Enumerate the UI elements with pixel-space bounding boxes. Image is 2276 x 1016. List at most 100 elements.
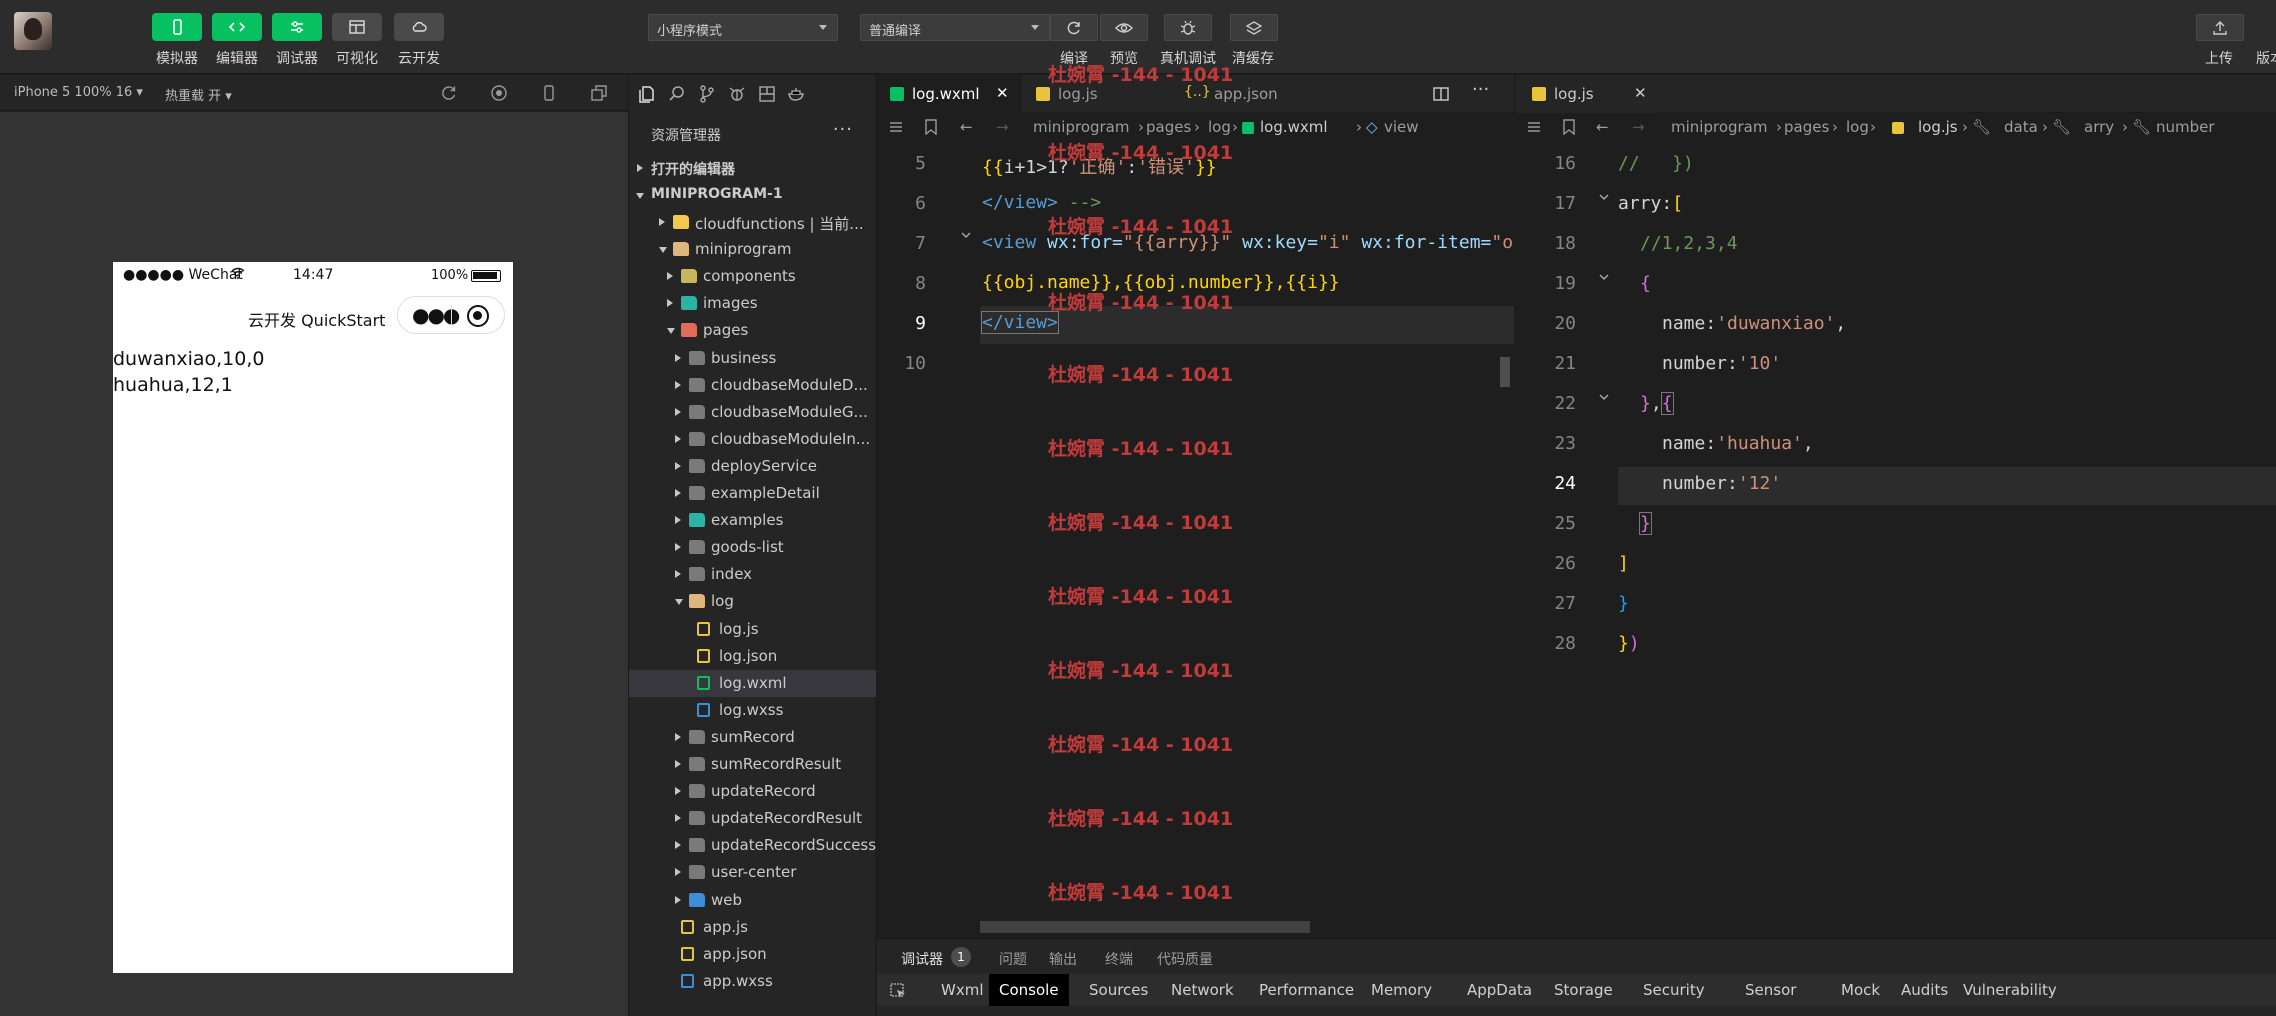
devtools-tab-network[interactable]: Network [1171, 981, 1234, 999]
tab-code-quality[interactable]: 代码质量 [1157, 949, 1213, 969]
list-icon[interactable] [1526, 119, 1542, 135]
editor-toggle-button[interactable] [212, 13, 262, 41]
devtools-tab-console[interactable]: Console [989, 974, 1069, 1006]
project-section[interactable]: MINIPROGRAM-1 [629, 182, 876, 209]
more-icon[interactable]: ··· [1472, 79, 1489, 100]
devtools-tab-audits[interactable]: Audits [1901, 981, 1948, 999]
folder-item[interactable]: cloudbaseModuleIn... [629, 426, 876, 453]
folder-item[interactable]: deployService [629, 453, 876, 480]
preview-button[interactable] [1100, 14, 1148, 41]
folder-item[interactable]: examples [629, 507, 876, 534]
user-avatar[interactable] [14, 12, 52, 50]
back-icon[interactable]: ← [1596, 118, 1609, 136]
devtools-tab-vulnerability[interactable]: Vulnerability [1963, 981, 2057, 999]
folder-item[interactable]: cloudfunctions | 当前... [629, 209, 876, 236]
folder-item[interactable]: updateRecordResult [629, 805, 876, 832]
phone-screen[interactable]: ●●●●● WeChat 14:47 100% 云开发 QuickStart ●… [113, 262, 513, 973]
close-icon[interactable]: ✕ [996, 84, 1009, 102]
folder-item[interactable]: goods-list [629, 534, 876, 561]
tab-terminal[interactable]: 终端 [1105, 949, 1133, 969]
devtools-tab-sources[interactable]: Sources [1089, 981, 1148, 999]
breadcrumb-item[interactable]: arry [2084, 118, 2114, 136]
bookmark-icon[interactable] [924, 119, 938, 135]
file-item[interactable]: log.js [629, 616, 876, 643]
folder-item[interactable]: index [629, 561, 876, 588]
fold-icon[interactable] [1598, 391, 1610, 403]
devtools-tab-mock[interactable]: Mock [1841, 981, 1880, 999]
folder-item[interactable]: sumRecordResult [629, 751, 876, 778]
tab-log-js-right[interactable]: log.js ✕ [1516, 75, 1656, 113]
devtools-tab-wxml[interactable]: Wxml [941, 981, 984, 999]
close-capsule-icon[interactable] [467, 305, 489, 327]
folder-item[interactable]: exampleDetail [629, 480, 876, 507]
folder-item[interactable]: images [629, 290, 876, 317]
folder-item[interactable]: user-center [629, 859, 876, 886]
devtools-tab-performance[interactable]: Performance [1259, 981, 1354, 999]
file-item[interactable]: log.wxss [629, 697, 876, 724]
popout-icon[interactable] [590, 84, 608, 102]
visual-toggle-button[interactable] [332, 13, 382, 41]
more-icon[interactable]: ··· [833, 119, 853, 140]
cloud-dev-button[interactable] [394, 13, 444, 41]
forward-icon[interactable]: → [1632, 118, 1645, 136]
file-item[interactable]: app.json [629, 941, 876, 968]
extensions-icon[interactable] [757, 84, 777, 104]
folder-item[interactable]: updateRecordSuccess [629, 832, 876, 859]
debug-run-icon[interactable] [727, 84, 747, 104]
devtools-tab-storage[interactable]: Storage [1554, 981, 1613, 999]
tab-output[interactable]: 输出 [1049, 949, 1077, 969]
breadcrumb-item[interactable]: log [1208, 118, 1231, 136]
tab-log-wxml[interactable]: log.wxml ✕ [876, 75, 1022, 113]
simulator-toggle-button[interactable] [152, 13, 202, 41]
open-editors-section[interactable]: 打开的编辑器 [629, 155, 876, 182]
breadcrumb-item[interactable]: data [2004, 118, 2038, 136]
device-select[interactable]: iPhone 5 100% 16 ▾ [14, 85, 143, 100]
files-icon[interactable] [637, 84, 657, 104]
folder-item[interactable]: pages [629, 317, 876, 344]
compile-select[interactable]: 普通编译 [860, 14, 1050, 41]
folder-item[interactable]: cloudbaseModuleD... [629, 372, 876, 399]
folder-item[interactable]: updateRecord [629, 778, 876, 805]
fold-icon[interactable] [1598, 191, 1610, 203]
breadcrumb-item[interactable]: log.js [1918, 118, 1958, 136]
compile-button[interactable] [1050, 14, 1098, 41]
breadcrumb-item[interactable]: log [1846, 118, 1869, 136]
devtools-tab-memory[interactable]: Memory [1371, 981, 1432, 999]
breadcrumb-item[interactable]: miniprogram [1033, 118, 1129, 136]
phone-icon[interactable] [540, 84, 558, 102]
folder-item[interactable]: miniprogram [629, 236, 876, 263]
docker-icon[interactable] [787, 84, 807, 104]
folder-item[interactable]: web [629, 887, 876, 914]
tab-debugger[interactable]: 调试器 [901, 949, 943, 977]
folder-item[interactable]: cloudbaseModuleG... [629, 399, 876, 426]
file-item[interactable]: log.wxml [629, 669, 876, 697]
breadcrumb-item[interactable]: view [1384, 118, 1419, 136]
bookmark-icon[interactable] [1562, 119, 1576, 135]
folder-item[interactable]: components [629, 263, 876, 290]
hot-reload-toggle[interactable]: 热重载 开 ▾ [165, 85, 232, 104]
record-icon[interactable] [490, 84, 508, 102]
back-icon[interactable]: ← [960, 118, 973, 136]
devtools-tab-appdata[interactable]: AppData [1467, 981, 1532, 999]
refresh-icon[interactable] [440, 84, 458, 102]
devtools-tab-sensor[interactable]: Sensor [1745, 981, 1796, 999]
close-icon[interactable]: ✕ [1634, 84, 1647, 102]
tab-problems[interactable]: 问题 [999, 949, 1027, 969]
breadcrumb-item[interactable]: pages [1146, 118, 1191, 136]
fold-icon[interactable] [1598, 271, 1610, 283]
devtools-tab-security[interactable]: Security [1643, 981, 1705, 999]
file-item[interactable]: app.js [629, 914, 876, 941]
clear-cache-button[interactable] [1230, 14, 1278, 41]
folder-item[interactable]: log [629, 588, 876, 615]
fold-icon[interactable] [960, 229, 972, 241]
breadcrumb-item[interactable]: pages [1784, 118, 1829, 136]
upload-button[interactable] [2196, 14, 2244, 41]
mode-select[interactable]: 小程序模式 [648, 14, 838, 41]
folder-item[interactable]: sumRecord [629, 724, 876, 751]
list-icon[interactable] [888, 119, 904, 135]
inspect-icon[interactable] [889, 982, 907, 1000]
debugger-toggle-button[interactable] [272, 13, 322, 41]
file-item[interactable]: app.wxss [629, 968, 876, 995]
version-label[interactable]: 版本 [2256, 48, 2276, 68]
scrollbar-thumb[interactable] [1500, 357, 1510, 387]
